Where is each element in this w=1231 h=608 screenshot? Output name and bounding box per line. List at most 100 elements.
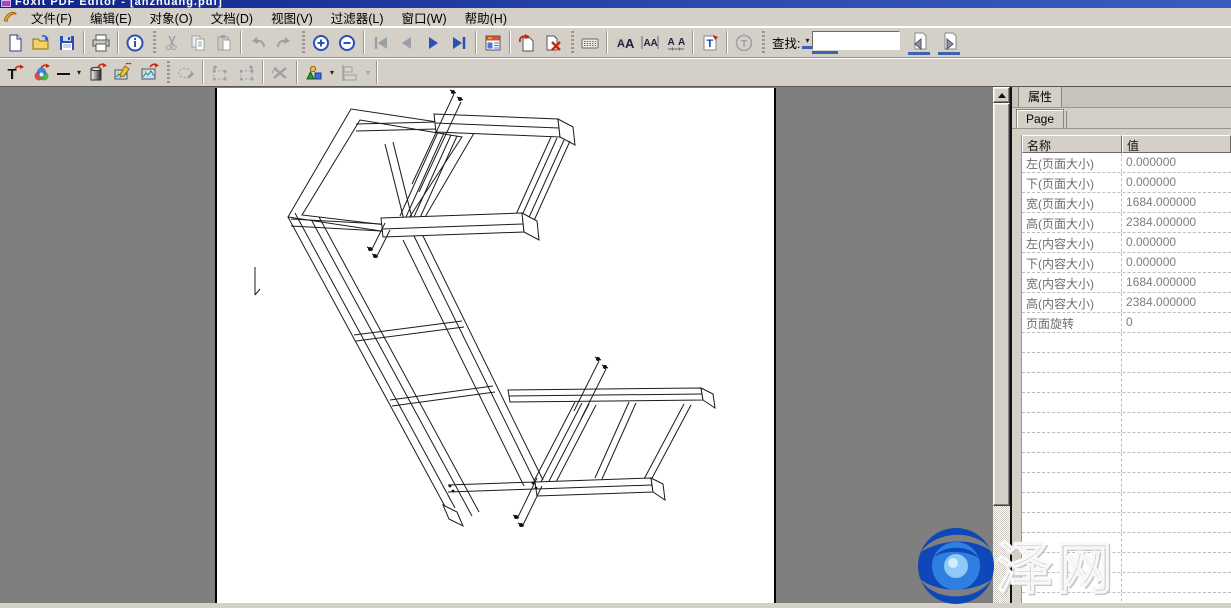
scrollbar-thumb[interactable] <box>993 103 1010 506</box>
menu-view[interactable]: 视图(V) <box>262 9 322 26</box>
property-row[interactable]: 高(页面大小)2384.000000 <box>1022 213 1231 233</box>
property-row[interactable]: 页面旋转0 <box>1022 313 1231 333</box>
line-style-dropdown-arrow[interactable]: ▾ <box>74 68 84 77</box>
shading-button[interactable] <box>84 60 110 85</box>
menu-document[interactable]: 文档(D) <box>202 9 262 26</box>
menu-help[interactable]: 帮助(H) <box>456 9 516 26</box>
property-value[interactable]: 2384.000000 <box>1122 213 1231 232</box>
tab-page[interactable]: Page <box>1016 109 1064 128</box>
redo-button[interactable] <box>271 30 297 55</box>
property-value[interactable]: 0.000000 <box>1122 173 1231 192</box>
font-style-button[interactable]: AA <box>611 30 637 55</box>
property-row-empty[interactable] <box>1022 553 1231 573</box>
shapes-button[interactable] <box>301 60 327 85</box>
page-layout-button[interactable] <box>480 30 506 55</box>
property-row-empty[interactable] <box>1022 513 1231 533</box>
property-row-empty[interactable] <box>1022 433 1231 453</box>
new-document-button[interactable] <box>2 30 28 55</box>
menu-file-label: 文件(F) <box>31 8 72 27</box>
delete-page-button[interactable] <box>540 30 566 55</box>
property-row-empty[interactable] <box>1022 573 1231 593</box>
lasso-edit-button[interactable] <box>173 60 199 85</box>
property-value[interactable]: 2384.000000 <box>1122 293 1231 312</box>
insert-image-button[interactable] <box>136 60 162 85</box>
info-button[interactable] <box>122 30 148 55</box>
column-header-name[interactable]: 名称 <box>1022 135 1122 153</box>
insert-page-button[interactable] <box>514 30 540 55</box>
property-row[interactable]: 宽(页面大小)1684.000000 <box>1022 193 1231 213</box>
toolbar-drag-handle[interactable] <box>762 31 765 54</box>
property-value[interactable]: 0.000000 <box>1122 233 1231 252</box>
paste-button[interactable] <box>211 30 237 55</box>
menu-window[interactable]: 窗口(W) <box>393 9 456 26</box>
align-objects-button[interactable] <box>337 60 363 85</box>
find-next-button[interactable] <box>936 30 962 51</box>
shapes-dropdown-arrow[interactable]: ▾ <box>327 68 337 77</box>
property-value[interactable]: 0 <box>1122 313 1231 332</box>
delete-object-button[interactable] <box>267 60 293 85</box>
prev-page-button[interactable] <box>394 30 420 55</box>
last-page-button[interactable] <box>446 30 472 55</box>
align-dropdown-arrow[interactable]: ▾ <box>363 68 373 77</box>
copy-button[interactable] <box>185 30 211 55</box>
pdf-page[interactable] <box>215 88 776 603</box>
print-button[interactable] <box>88 30 114 55</box>
menu-object[interactable]: 对象(O) <box>141 9 202 26</box>
toolbar-drag-handle[interactable] <box>571 31 574 54</box>
property-row[interactable]: 左(内容大小)0.000000 <box>1022 233 1231 253</box>
property-row-empty[interactable] <box>1022 353 1231 373</box>
text-circle-button[interactable]: T <box>731 30 757 55</box>
property-row[interactable]: 高(内容大小)2384.000000 <box>1022 293 1231 313</box>
open-file-button[interactable] <box>28 30 54 55</box>
up-arrow-icon <box>998 93 1006 98</box>
property-row-empty[interactable] <box>1022 413 1231 433</box>
toolbar-drag-handle[interactable] <box>302 31 305 54</box>
property-row[interactable]: 左(页面大小)0.000000 <box>1022 153 1231 173</box>
property-value[interactable]: 1684.000000 <box>1122 273 1231 292</box>
vertical-scrollbar[interactable] <box>993 87 1010 603</box>
property-row[interactable]: 宽(内容大小)1684.000000 <box>1022 273 1231 293</box>
save-button[interactable] <box>54 30 80 55</box>
rotate-selection-right-button[interactable] <box>233 60 259 85</box>
property-row[interactable]: 下(页面大小)0.000000 <box>1022 173 1231 193</box>
line-style-button[interactable] <box>54 60 74 85</box>
property-value[interactable]: 0.000000 <box>1122 253 1231 272</box>
property-row-empty[interactable] <box>1022 373 1231 393</box>
property-row-empty[interactable] <box>1022 533 1231 553</box>
find-previous-button[interactable] <box>906 30 932 51</box>
property-name: 页面旋转 <box>1022 313 1122 332</box>
property-row-empty[interactable] <box>1022 393 1231 413</box>
next-page-button[interactable] <box>420 30 446 55</box>
add-text-button[interactable]: T <box>697 30 723 55</box>
document-canvas[interactable] <box>0 87 993 603</box>
property-row-empty[interactable] <box>1022 453 1231 473</box>
find-input[interactable] <box>812 31 900 50</box>
toolbar-drag-handle[interactable] <box>153 31 156 54</box>
insert-text-button[interactable]: T <box>2 60 28 85</box>
zoom-in-button[interactable] <box>308 30 334 55</box>
char-spacing-wide-button[interactable]: AA <box>663 30 689 55</box>
keyboard-button[interactable] <box>577 30 603 55</box>
color-wheel-button[interactable] <box>28 60 54 85</box>
undo-button[interactable] <box>245 30 271 55</box>
zoom-out-button[interactable] <box>334 30 360 55</box>
find-dropdown-arrow[interactable]: ▾ <box>802 36 812 45</box>
cut-button[interactable] <box>159 30 185 55</box>
column-header-value[interactable]: 值 <box>1122 135 1231 153</box>
property-value[interactable]: 1684.000000 <box>1122 193 1231 212</box>
property-row-empty[interactable] <box>1022 473 1231 493</box>
menu-filter[interactable]: 过滤器(L) <box>322 9 393 26</box>
first-page-button[interactable] <box>368 30 394 55</box>
toolbar-drag-handle[interactable] <box>167 61 170 84</box>
char-spacing-narrow-button[interactable]: AA <box>637 30 663 55</box>
edit-image-button[interactable] <box>110 60 136 85</box>
property-row-empty[interactable] <box>1022 493 1231 513</box>
property-row-empty[interactable] <box>1022 593 1231 603</box>
scroll-up-button[interactable] <box>993 87 1010 103</box>
rotate-selection-left-button[interactable] <box>207 60 233 85</box>
property-row[interactable]: 下(内容大小)0.000000 <box>1022 253 1231 273</box>
property-value[interactable]: 0.000000 <box>1122 153 1231 172</box>
menu-file[interactable]: 文件(F) <box>22 9 81 26</box>
menu-edit[interactable]: 编辑(E) <box>81 9 141 26</box>
property-row-empty[interactable] <box>1022 333 1231 353</box>
